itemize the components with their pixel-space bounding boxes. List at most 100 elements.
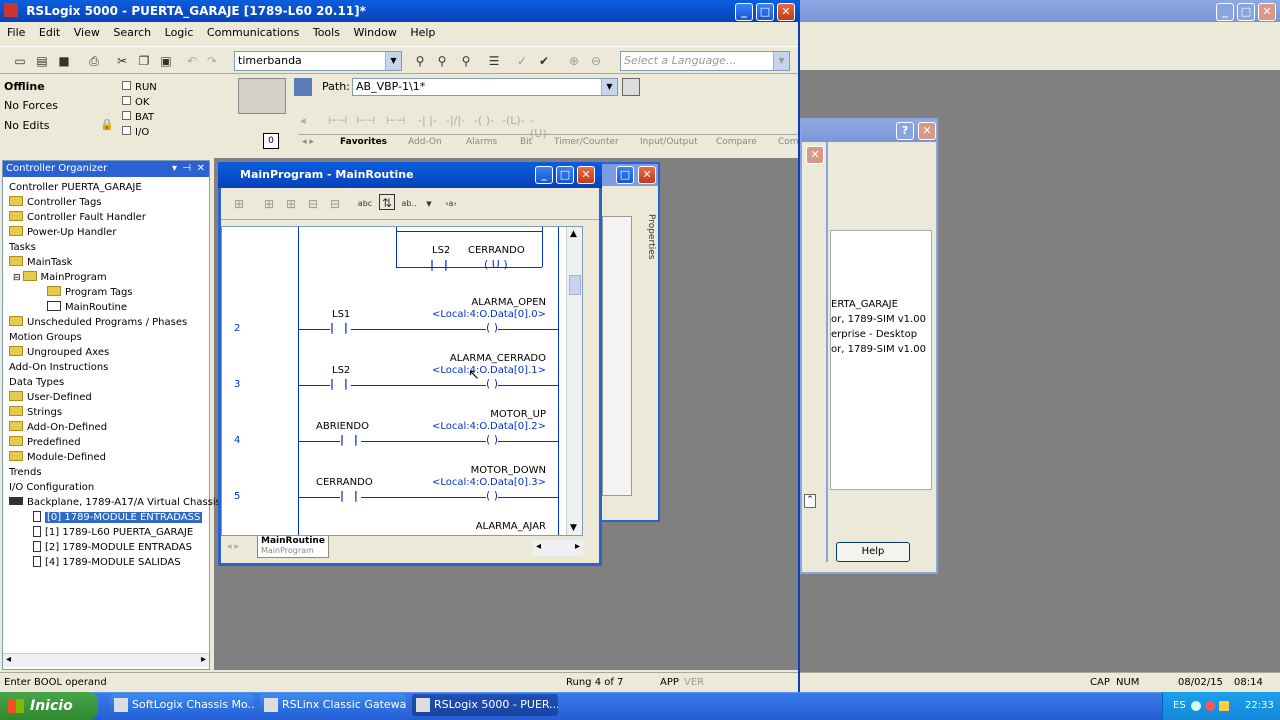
- chevron-down-icon[interactable]: ▼: [773, 52, 789, 70]
- ote-icon[interactable]: -( )-: [474, 114, 494, 127]
- path-combo[interactable]: AB_VBP-1\1* ▼: [352, 78, 618, 96]
- rung-3-coil-tag[interactable]: ALARMA_CERRADO: [450, 353, 546, 364]
- xio-icon[interactable]: -|/|-: [446, 114, 465, 127]
- maximize-button[interactable]: □: [756, 3, 774, 21]
- tree-motion-groups[interactable]: Motion Groups: [9, 330, 82, 345]
- menu-help[interactable]: Help: [405, 23, 440, 43]
- scroll-thumb[interactable]: [569, 275, 581, 295]
- zoom-icon[interactable]: ⊟: [327, 196, 343, 212]
- scroll-up-icon[interactable]: ▲: [570, 229, 577, 239]
- address-display-icon[interactable]: ab..: [401, 196, 417, 212]
- new-file-icon[interactable]: ▭: [12, 53, 28, 69]
- find-next-icon[interactable]: ⚲: [434, 53, 450, 69]
- scroll-right-icon[interactable]: ▸: [575, 541, 580, 552]
- rung-4-contact[interactable]: | |: [340, 433, 361, 446]
- tab-input-output[interactable]: Input/Output: [640, 137, 698, 147]
- tree-user-defined[interactable]: User-Defined: [9, 390, 92, 405]
- tree-module-0[interactable]: [0] 1789-MODULE ENTRADASS: [33, 510, 203, 525]
- tree-fault-handler[interactable]: Controller Fault Handler: [9, 210, 146, 225]
- ladder-editor[interactable]: LS2 | | CERRANDO ( U ) 2 LS1 | | ALARMA_…: [221, 226, 583, 536]
- branch-level-icon[interactable]: ⊢⊣: [386, 114, 405, 127]
- rung-5-contact-tag[interactable]: CERRANDO: [316, 477, 373, 488]
- tree-ungrouped-axes[interactable]: Ungrouped Axes: [9, 345, 109, 360]
- start-button[interactable]: Inicio: [0, 692, 98, 720]
- tree-module-defined[interactable]: Module-Defined: [9, 450, 106, 465]
- tree-program-tags[interactable]: Program Tags: [47, 285, 133, 300]
- tree-mainroutine[interactable]: MainRoutine: [47, 300, 127, 315]
- tree-data-types[interactable]: Data Types: [9, 375, 64, 390]
- paste-icon[interactable]: ▣: [158, 53, 174, 69]
- dialog-line-2[interactable]: or, 1789-SIM v1.00: [831, 312, 931, 327]
- background-child-maximize[interactable]: □: [616, 166, 634, 184]
- rung-3-contact-tag[interactable]: LS2: [332, 365, 350, 376]
- tree-predefined[interactable]: Predefined: [9, 435, 81, 450]
- menu-search[interactable]: Search: [108, 23, 156, 43]
- menu-file[interactable]: File: [2, 23, 30, 43]
- routine-hscrollbar[interactable]: ◂ ▸: [533, 540, 583, 556]
- tray-icon-3[interactable]: [1219, 701, 1229, 711]
- tab-com[interactable]: Com: [778, 137, 799, 147]
- secondary-close[interactable]: ✕: [1258, 3, 1276, 21]
- rung-5-coil-tag[interactable]: MOTOR_DOWN: [471, 465, 546, 476]
- xic-icon[interactable]: -| |-: [418, 114, 437, 127]
- routine-minimize[interactable]: _: [535, 166, 553, 184]
- background-child-close[interactable]: ✕: [638, 166, 656, 184]
- tree-controller-tags[interactable]: Controller Tags: [9, 195, 102, 210]
- open-folder-icon[interactable]: ▤: [34, 53, 50, 69]
- print-icon[interactable]: ⎙: [86, 53, 102, 69]
- tree-module-4[interactable]: [4] 1789-MODULE SALIDAS: [33, 555, 181, 570]
- save-icon[interactable]: ■: [56, 53, 72, 69]
- language-indicator[interactable]: ES: [1173, 692, 1186, 720]
- rung-2-contact-tag[interactable]: LS1: [332, 309, 350, 320]
- dialog-line-1[interactable]: ERTA_GARAJE: [831, 297, 931, 312]
- tree-maintask[interactable]: MainTask: [9, 255, 72, 270]
- properties-icon[interactable]: ☰: [486, 53, 502, 69]
- rung-0-coil-tag[interactable]: CERRANDO: [468, 245, 525, 256]
- bookmark-icon[interactable]: ‹a›: [443, 196, 459, 212]
- prev-arrow-icon[interactable]: ◂: [300, 114, 306, 127]
- find-icon[interactable]: ⚲: [412, 53, 428, 69]
- display-mode-icon[interactable]: abc: [357, 196, 373, 212]
- tray-icon-2[interactable]: [1205, 701, 1215, 711]
- forces-status[interactable]: No Forces: [4, 98, 58, 113]
- minimize-button[interactable]: _: [735, 3, 753, 21]
- rung-5-contact[interactable]: | |: [340, 489, 361, 502]
- menu-window[interactable]: Window: [348, 23, 401, 43]
- tree-io-configuration[interactable]: I/O Configuration: [9, 480, 94, 495]
- tab-mainroutine[interactable]: MainRoutine MainProgram: [257, 536, 329, 558]
- redo-icon[interactable]: ↷: [204, 53, 220, 69]
- tree-module-2[interactable]: [2] 1789-MODULE ENTRADAS: [33, 540, 192, 555]
- tree-addon-defined[interactable]: Add-On-Defined: [9, 420, 107, 435]
- taskbar-softlogix[interactable]: SoftLogix Chassis Mo...: [110, 694, 254, 716]
- tree-backplane[interactable]: Backplane, 1789-A17/A Virtual Chassis: [9, 495, 221, 510]
- otl-icon[interactable]: -(L)-: [502, 114, 525, 127]
- tab-favorites[interactable]: Favorites: [340, 137, 387, 147]
- help-button[interactable]: Help: [836, 542, 910, 562]
- rung-2-coil-tag[interactable]: ALARMA_OPEN: [471, 297, 546, 308]
- chevron-down-icon[interactable]: ▼: [385, 52, 401, 70]
- scroll-left-icon[interactable]: ◂: [536, 541, 541, 552]
- expand-icon[interactable]: ⊟: [13, 273, 21, 283]
- path-browse-button[interactable]: [622, 78, 640, 96]
- rung-4-coil-tag[interactable]: MOTOR_UP: [490, 409, 546, 420]
- dialog-help-icon[interactable]: ?: [896, 122, 914, 140]
- undo-icon[interactable]: ↶: [184, 53, 200, 69]
- rung-6-coil-tag[interactable]: ALARMA_AJAR: [476, 521, 546, 532]
- tab-add-on[interactable]: Add-On: [408, 137, 442, 147]
- verify-icon[interactable]: ✓: [514, 53, 530, 69]
- tree-unscheduled[interactable]: Unscheduled Programs / Phases: [9, 315, 187, 330]
- organizer-hscrollbar[interactable]: ◂ ▸: [3, 653, 209, 667]
- rung-icon[interactable]: ⊢⊣: [328, 114, 347, 127]
- rung-4-coil[interactable]: ( ): [486, 433, 499, 446]
- close-button[interactable]: ✕: [777, 3, 795, 21]
- tag-display-icon[interactable]: ⇅: [379, 194, 395, 210]
- cut-icon[interactable]: ✂: [114, 53, 130, 69]
- rung-0-contact-tag[interactable]: LS2: [432, 245, 450, 256]
- tree-tasks[interactable]: Tasks: [9, 240, 36, 255]
- taskbar-rslogix[interactable]: RSLogix 5000 - PUER...: [412, 694, 558, 716]
- tree-powerup-handler[interactable]: Power-Up Handler: [9, 225, 116, 240]
- dialog-line-3[interactable]: erprise - Desktop: [831, 327, 931, 342]
- chevron-down-icon[interactable]: ▼: [421, 196, 437, 212]
- rung-5-coil[interactable]: ( ): [486, 489, 499, 502]
- edit-rung-icon[interactable]: ⊞: [261, 196, 277, 212]
